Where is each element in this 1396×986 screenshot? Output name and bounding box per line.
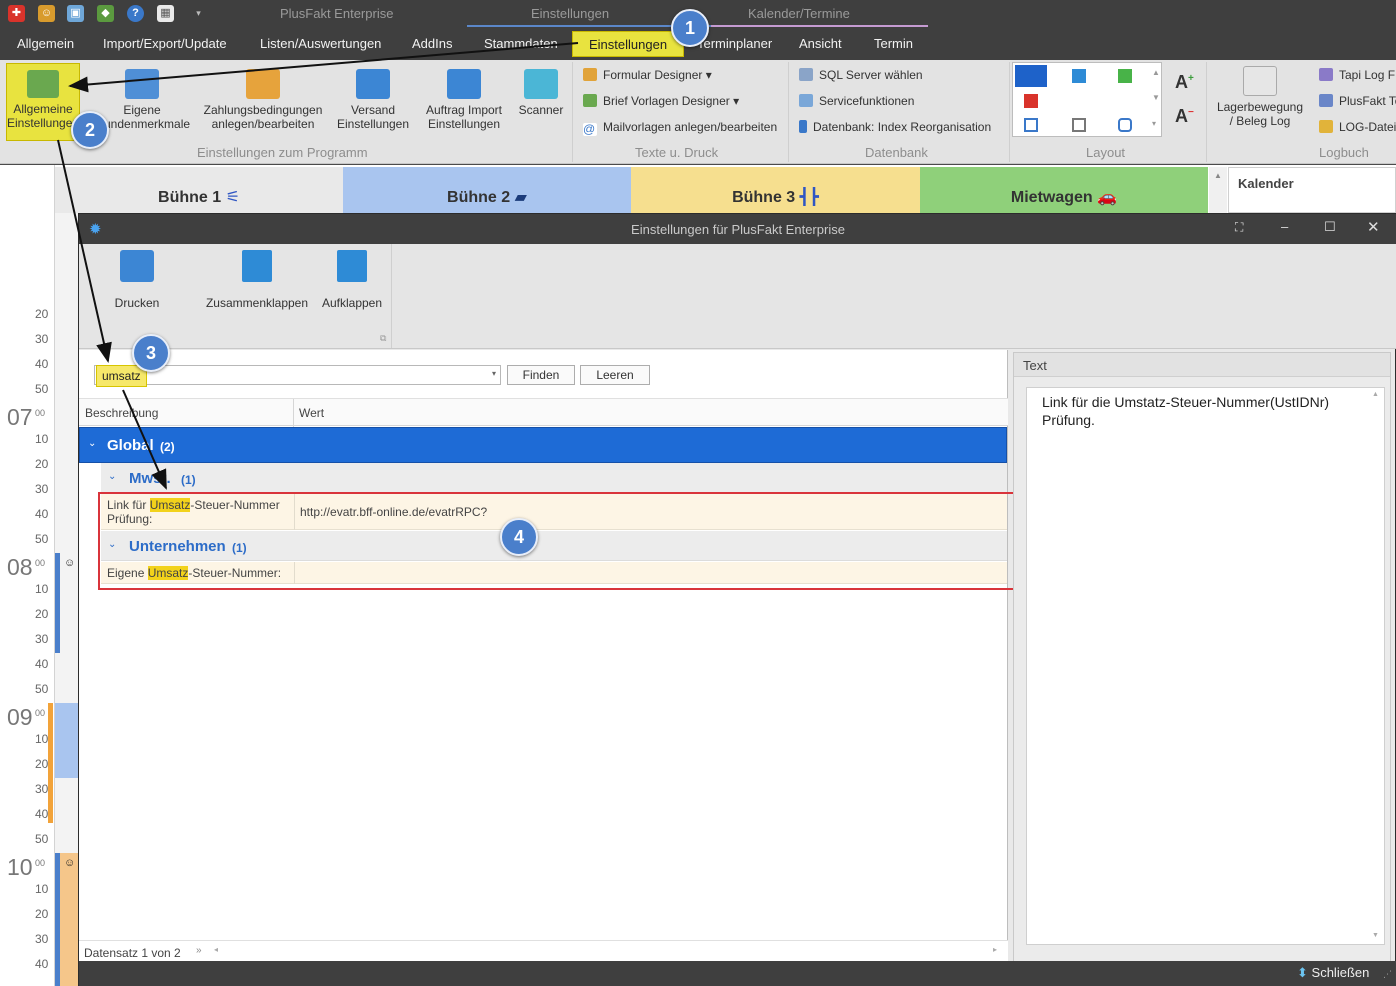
arrow-step-2 xyxy=(57,139,112,363)
callout-3: 3 xyxy=(132,334,170,372)
callout-2: 2 xyxy=(71,111,109,149)
annotation-arrows xyxy=(57,42,579,490)
callout-1: 1 xyxy=(671,9,709,47)
arrow-step-1 xyxy=(68,42,579,93)
arrow-step-3 xyxy=(122,389,167,490)
callout-4: 4 xyxy=(500,518,538,556)
